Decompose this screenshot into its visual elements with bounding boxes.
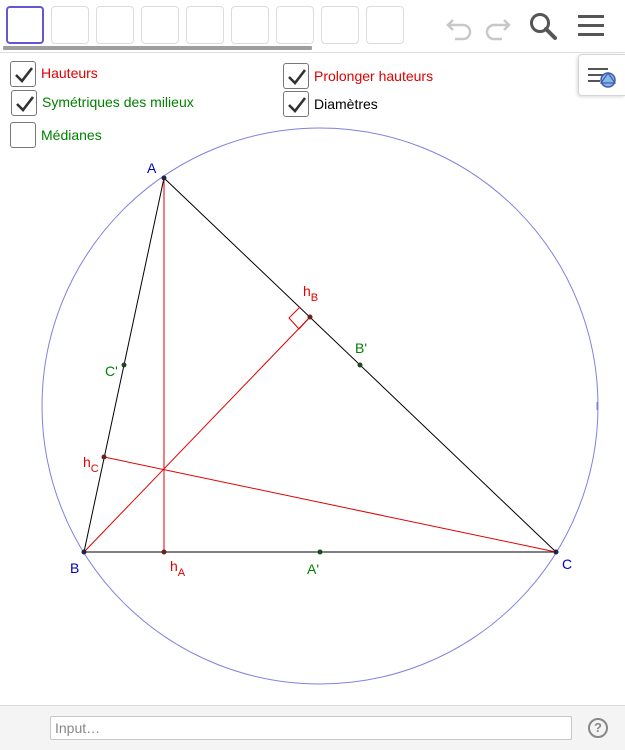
point-C[interactable] <box>553 549 559 555</box>
point-Aprime[interactable] <box>317 549 323 555</box>
tool-button-1[interactable] <box>6 6 44 44</box>
tool-button-2[interactable] <box>51 6 89 44</box>
checkmark-icon <box>16 96 35 112</box>
input-field[interactable] <box>50 716 572 740</box>
label-hB: hB <box>303 283 318 304</box>
checkmark-icon <box>15 67 34 83</box>
checkbox-box[interactable] <box>10 61 36 87</box>
tool-button-5[interactable] <box>186 6 224 44</box>
point-A[interactable] <box>161 175 167 181</box>
point-B[interactable] <box>81 549 87 555</box>
checkbox-label-prolonger: Prolonger hauteurs <box>314 68 434 84</box>
checkbox-prolonger-hauteurs[interactable]: Prolonger hauteurs <box>283 63 433 89</box>
label-hA: hA <box>170 558 186 579</box>
point-hC[interactable] <box>101 454 107 460</box>
circumcircle <box>41 127 599 685</box>
tool-button-9[interactable] <box>366 6 404 44</box>
label-hC: hC <box>83 454 99 475</box>
checkbox-hauteurs[interactable]: Hauteurs <box>10 61 98 87</box>
altitude-B <box>83 316 311 553</box>
checkbox-box[interactable] <box>11 90 37 116</box>
checkbox-medianes[interactable]: Médianes <box>10 122 102 148</box>
checkbox-box[interactable] <box>283 63 309 89</box>
point-Bprime[interactable] <box>357 362 363 368</box>
label-B: B <box>70 560 79 576</box>
checkbox-label-diametres: Diamètres <box>314 96 378 112</box>
checkbox-box[interactable] <box>283 91 309 117</box>
label-A: A <box>147 160 157 176</box>
checkbox-box[interactable] <box>10 122 36 148</box>
tool-button-3[interactable] <box>96 6 134 44</box>
checkbox-symetriques[interactable]: Symétriques des milieux <box>11 90 194 116</box>
point-hB[interactable] <box>307 314 313 320</box>
checkbox-label-medianes: Médianes <box>41 127 102 143</box>
tool-button-7[interactable] <box>276 6 314 44</box>
tool-button-6[interactable] <box>231 6 269 44</box>
input-bar: ? <box>0 705 625 750</box>
right-angle-marker <box>288 306 311 330</box>
help-icon[interactable]: ? <box>588 718 608 738</box>
undo-icon[interactable] <box>444 10 476 42</box>
toolbar <box>0 0 625 53</box>
redo-icon[interactable] <box>481 10 513 42</box>
checkmark-icon <box>288 97 307 113</box>
point-hA[interactable] <box>161 549 167 555</box>
graphics-style-icon <box>588 68 617 88</box>
toolbar-scrollbar[interactable] <box>3 46 312 50</box>
label-Cprime: C' <box>105 363 118 379</box>
altitude-C <box>103 456 557 553</box>
checkbox-label-symetriques: Symétriques des milieux <box>42 94 194 110</box>
menu-icon[interactable] <box>575 10 607 42</box>
label-Bprime: B' <box>355 340 367 356</box>
checkbox-label-hauteurs: Hauteurs <box>41 65 98 81</box>
label-C: C <box>562 556 572 572</box>
checkbox-diametres[interactable]: Diamètres <box>283 91 378 117</box>
checkmark-icon <box>288 69 307 85</box>
label-Aprime: A' <box>307 561 319 577</box>
style-bar-toggle[interactable] <box>578 54 625 96</box>
tool-button-4[interactable] <box>141 6 179 44</box>
search-icon[interactable] <box>527 10 559 42</box>
point-Cprime[interactable] <box>121 362 127 368</box>
tool-button-8[interactable] <box>321 6 359 44</box>
